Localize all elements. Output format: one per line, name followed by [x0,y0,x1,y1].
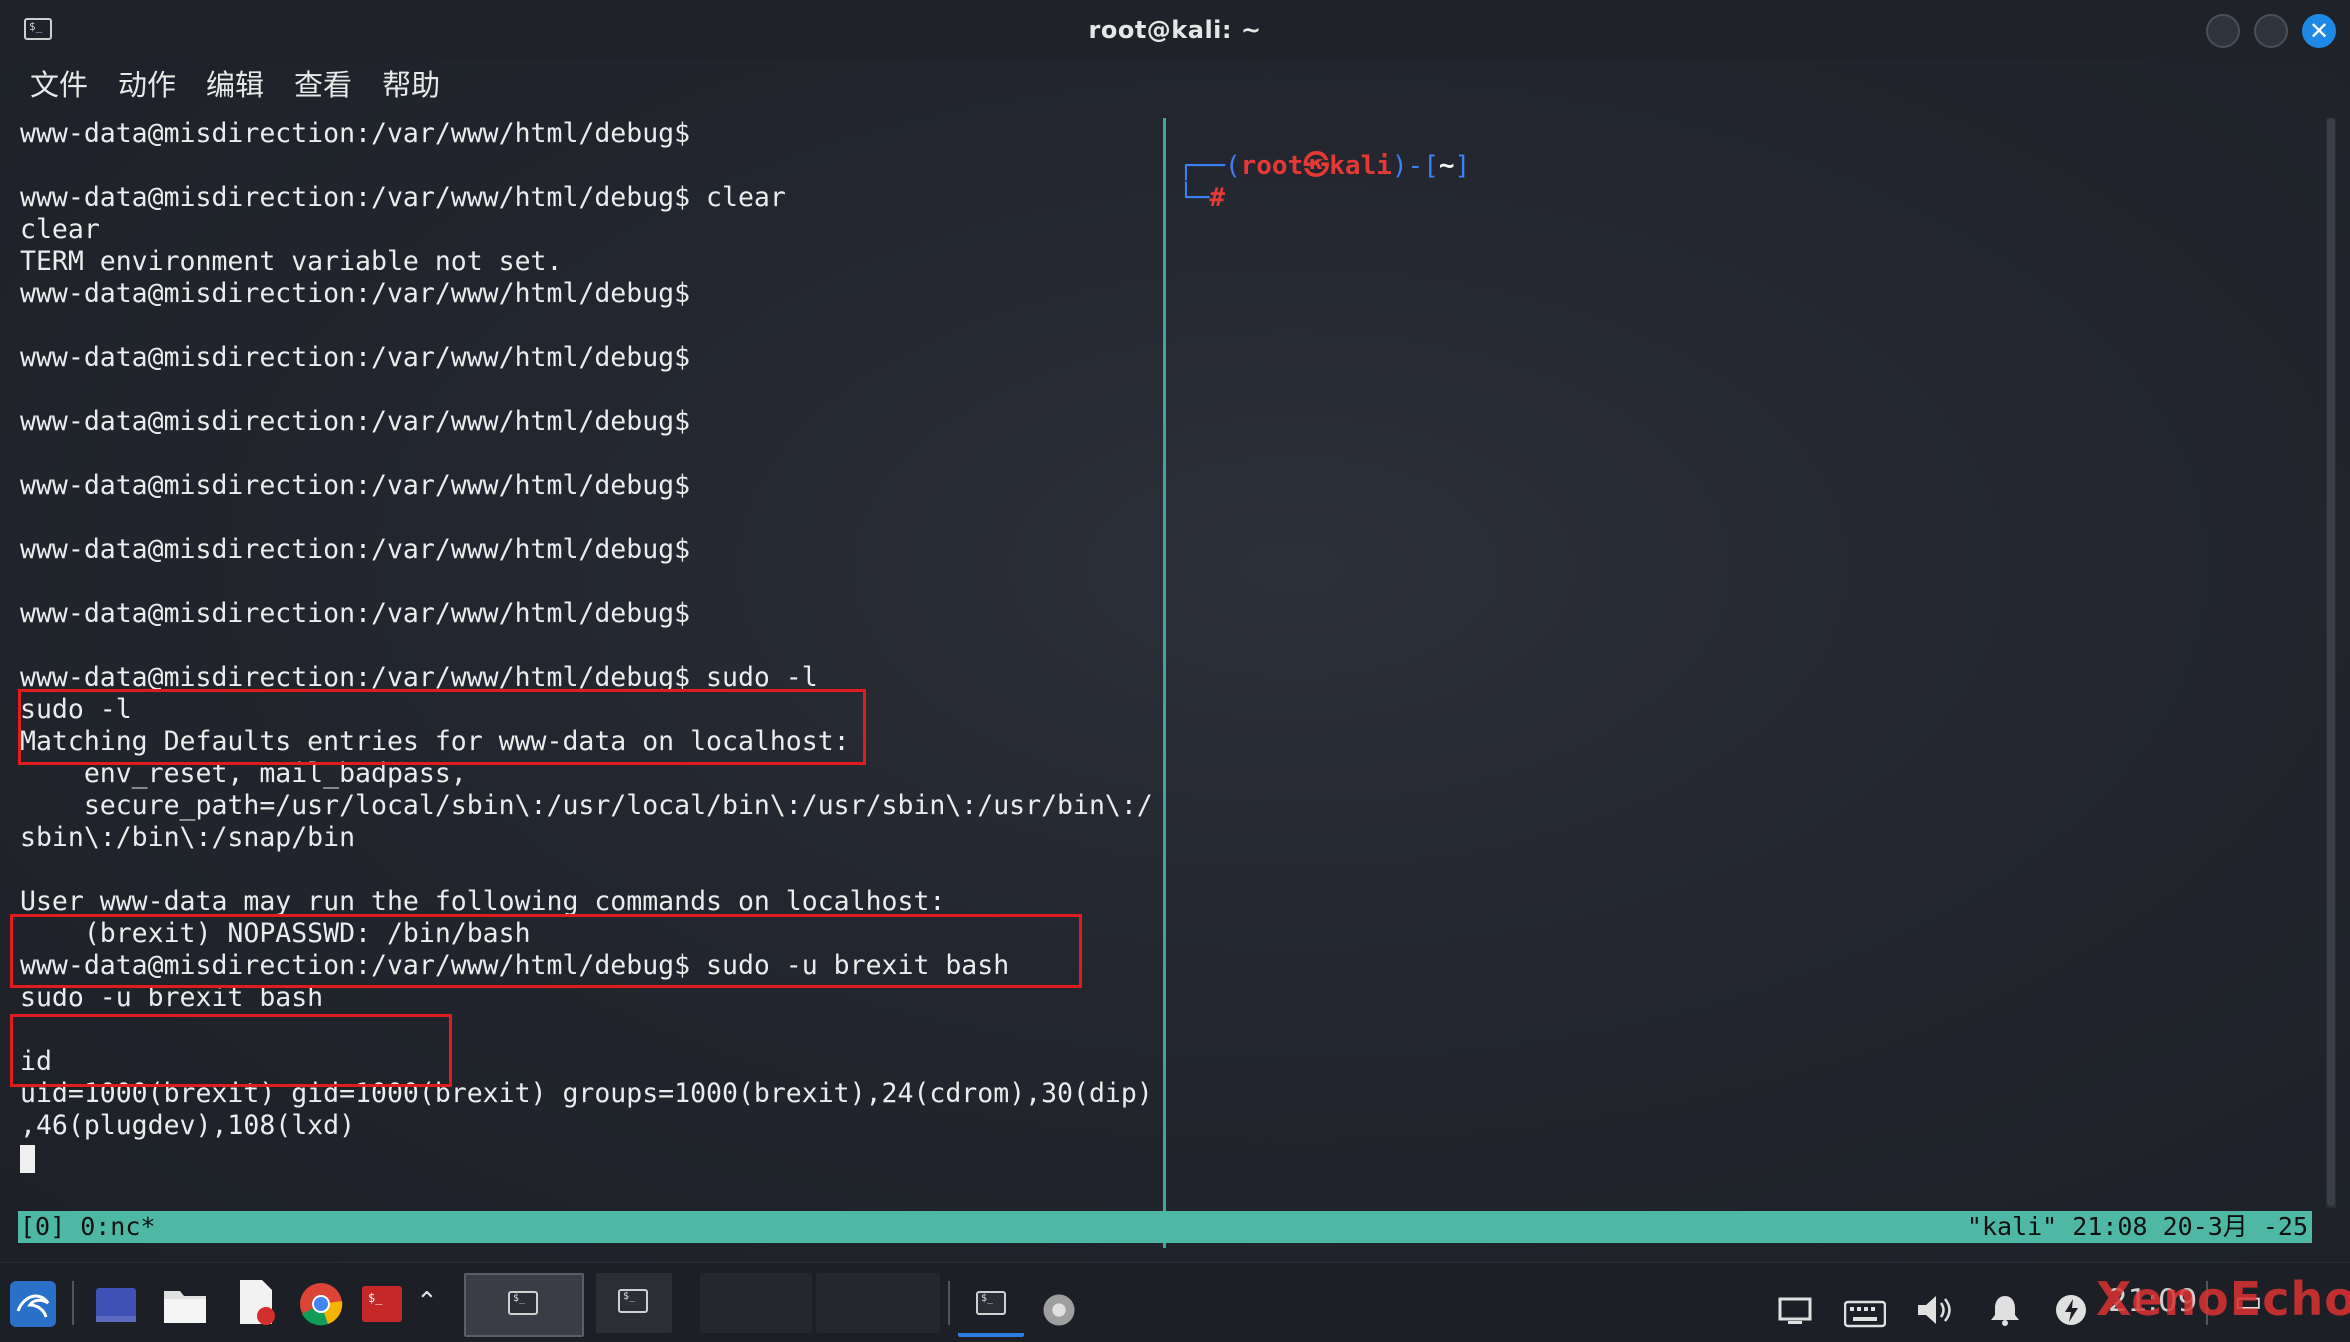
chrome-icon[interactable] [1042,1285,1076,1335]
menu-bar: 文件 动作 编辑 查看 帮助 [0,60,2350,110]
terminal-line: www-data@misdirection:/var/www/html/debu… [20,470,691,501]
workspace-icon[interactable] [94,1281,138,1331]
terminal-pane-right[interactable]: ┌──(root㉿kali)-[~] └─# [1178,150,2318,214]
terminal-line: www-data@misdirection:/var/www/html/debu… [20,342,691,373]
volume-icon[interactable] [1916,1285,1954,1335]
terminal-line: www-data@misdirection:/var/www/html/debu… [20,118,691,149]
tmux-status-right: "kali" 21:08 20-3月 -25 [1966,1212,2308,1241]
taskbar-separator [72,1281,74,1325]
chevron-up-icon[interactable]: ⌃ [416,1285,438,1319]
terminal-window-icon: $_ [508,1291,538,1315]
text-editor-icon[interactable] [234,1277,278,1327]
terminal-window-icon: $_ [976,1291,1006,1315]
scrollbar[interactable] [2326,118,2336,1208]
terminal-window: $_ root@kali: ~ ✕ 文件 动作 编辑 查看 帮助 www-data@mi… [0,0,2350,1262]
terminal-line: ,46(plugdev),108(lxd) [20,1110,356,1141]
menu-help[interactable]: 帮助 [382,60,440,110]
menu-edit[interactable]: 编辑 [206,60,264,110]
terminal-line: clear [20,214,100,245]
terminal-line: www-data@misdirection:/var/www/html/debu… [20,534,691,565]
terminal-cursor-line [20,1142,1160,1174]
kali-menu-icon[interactable] [10,1279,56,1329]
terminal-red-icon[interactable]: $_ [360,1279,404,1329]
pane-divider[interactable] [1163,118,1166,1248]
scrollbar-thumb[interactable] [2327,118,2335,1206]
terminal-line: www-data@misdirection:/var/www/html/debu… [20,598,691,629]
tmux-status-bar: [0] 0:nc* "kali" 21:08 20-3月 -25 [18,1211,2312,1243]
taskbar-window-3[interactable] [700,1273,812,1333]
terminal-window-icon: $_ [618,1289,648,1313]
kali-prompt-line-1: ┌──(root㉿kali)-[~] [1178,151,1471,181]
display-icon[interactable] [1778,1287,1812,1337]
terminal-line: sbin\:/bin\:/snap/bin [20,822,356,853]
watermark: XenoEcho [2096,1272,2350,1326]
taskbar-terminal-app[interactable]: $_ [958,1273,1024,1337]
kali-prompt-line-2: └─# [1178,183,1225,213]
taskbar: $_ ⌃ $_ $_ $_ 21:09 ▭ [0,1262,2350,1342]
svg-text:$_: $_ [368,1291,383,1305]
terminal-line: www-data@misdirection:/var/www/html/debu… [20,278,691,309]
terminal-line: www-data@misdirection:/var/www/html/debu… [20,406,691,437]
terminal-cursor [20,1144,35,1173]
menu-file[interactable]: 文件 [30,60,88,110]
file-manager-icon[interactable] [162,1279,208,1329]
highlight-sudo-u [10,1014,452,1087]
taskbar-window-1[interactable]: $_ [464,1273,584,1337]
terminal-line: secure_path=/usr/local/sbin\:/usr/local/… [20,790,1153,821]
keyboard-icon[interactable] [1844,1289,1886,1339]
taskbar-window-4[interactable] [816,1273,940,1333]
close-button[interactable]: ✕ [2302,14,2336,48]
highlight-nopasswd [10,914,1082,988]
taskbar-window-2[interactable]: $_ [596,1273,672,1333]
title-bar: $_ root@kali: ~ ✕ [0,0,2350,60]
highlight-sudo-l [18,689,866,765]
bell-icon[interactable] [1988,1285,2022,1335]
taskbar-separator [948,1281,950,1325]
tmux-window-list: [0] 0:nc* [20,1212,156,1241]
power-icon[interactable] [2054,1285,2088,1335]
terminal-line: www-data@misdirection:/var/www/html/debu… [20,182,786,213]
terminal-line: TERM environment variable not set. [20,246,563,277]
menu-action[interactable]: 动作 [118,60,176,110]
window-title: root@kali: ~ [1088,16,1262,44]
minimize-button[interactable] [2206,14,2240,48]
menu-view[interactable]: 查看 [294,60,352,110]
maximize-button[interactable] [2254,14,2288,48]
chrome-icon[interactable] [298,1279,344,1329]
